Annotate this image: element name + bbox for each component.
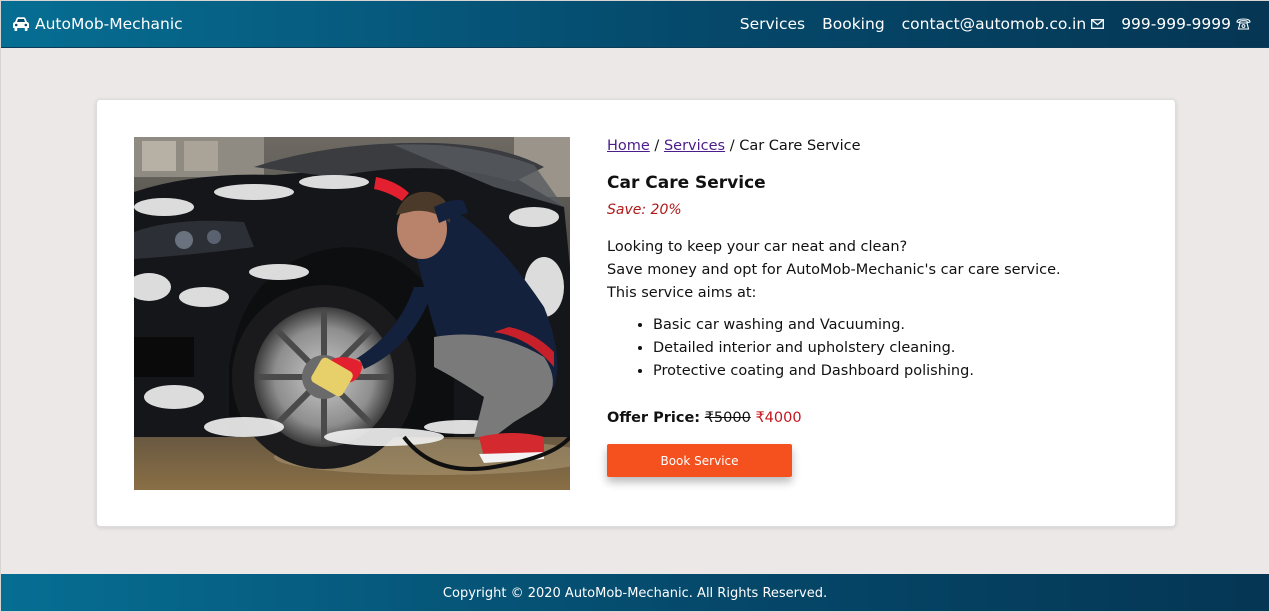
price-label: Offer Price: bbox=[607, 410, 701, 426]
new-price: ₹4000 bbox=[755, 410, 802, 426]
feature-item: Detailed interior and upholstery cleanin… bbox=[653, 337, 1147, 360]
book-service-button[interactable]: Book Service bbox=[607, 444, 792, 477]
old-price: ₹5000 bbox=[704, 410, 751, 426]
top-navbar: AutoMob-Mechanic Services Booking contac… bbox=[1, 1, 1269, 48]
phone-text: 999-999-9999 bbox=[1121, 15, 1231, 33]
brand-name: AutoMob-Mechanic bbox=[35, 15, 183, 33]
desc-line-1: Looking to keep your car neat and clean? bbox=[607, 239, 908, 255]
telephone-icon bbox=[1236, 18, 1251, 30]
service-details: Home / Services / Car Care Service Car C… bbox=[607, 136, 1147, 477]
breadcrumb-home-link[interactable]: Home bbox=[607, 138, 650, 154]
page-frame: AutoMob-Mechanic Services Booking contac… bbox=[0, 0, 1270, 612]
brand-link[interactable]: AutoMob-Mechanic bbox=[11, 15, 183, 33]
feature-item: Basic car washing and Vacuuming. bbox=[653, 314, 1147, 337]
service-description: Looking to keep your car neat and clean?… bbox=[607, 236, 1147, 305]
feature-item: Protective coating and Dashboard polishi… bbox=[653, 360, 1147, 383]
breadcrumb-current: Car Care Service bbox=[739, 138, 861, 154]
desc-line-3: This service aims at: bbox=[607, 285, 757, 301]
nav-services-link[interactable]: Services bbox=[740, 15, 805, 33]
nav-booking-link[interactable]: Booking bbox=[822, 15, 885, 33]
breadcrumb: Home / Services / Car Care Service bbox=[607, 136, 1147, 156]
breadcrumb-separator: / bbox=[649, 138, 664, 154]
nav-email-link[interactable]: contact@automob.co.in bbox=[902, 15, 1105, 33]
copyright-text: Copyright © 2020 AutoMob-Mechanic. All R… bbox=[442, 586, 828, 601]
service-title: Car Care Service bbox=[607, 173, 766, 193]
nav-phone-link[interactable]: 999-999-9999 bbox=[1121, 15, 1251, 33]
breadcrumb-separator: / bbox=[725, 138, 740, 154]
envelope-icon bbox=[1091, 19, 1105, 29]
offer-price: Offer Price: ₹5000 ₹4000 bbox=[607, 407, 1147, 429]
car-wash-illustration bbox=[134, 137, 570, 490]
car-icon bbox=[13, 17, 29, 31]
service-card: Home / Services / Car Care Service Car C… bbox=[96, 99, 1176, 527]
email-text: contact@automob.co.in bbox=[901, 15, 1087, 33]
breadcrumb-services-link[interactable]: Services bbox=[664, 138, 725, 154]
service-feature-list: Basic car washing and Vacuuming. Detaile… bbox=[607, 314, 1147, 383]
footer: Copyright © 2020 AutoMob-Mechanic. All R… bbox=[1, 574, 1269, 611]
nav-links: Services Booking contact@automob.co.in 9… bbox=[723, 15, 1251, 33]
save-percentage: Save: 20% bbox=[607, 202, 682, 218]
desc-line-2: Save money and opt for AutoMob-Mechanic'… bbox=[607, 262, 1061, 278]
service-image bbox=[134, 137, 570, 490]
